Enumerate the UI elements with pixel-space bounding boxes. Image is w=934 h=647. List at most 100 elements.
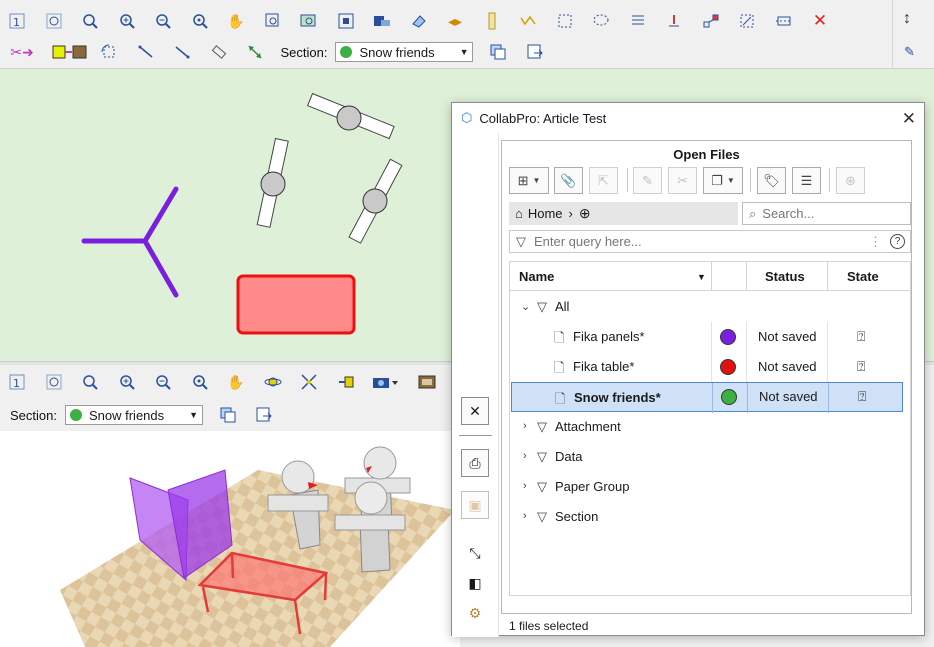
rotate-copy-icon[interactable] [98, 41, 120, 63]
edit-icon[interactable]: ✎ [633, 167, 662, 194]
close-panel-button[interactable]: ✕ [461, 397, 489, 425]
3d-zoom-extents-icon[interactable] [79, 371, 101, 393]
breadcrumb-home[interactable]: Home [528, 206, 563, 221]
snow-friend-top[interactable] [306, 92, 395, 140]
3d-export-section-icon[interactable] [253, 404, 275, 426]
cursor-icon[interactable] [663, 10, 685, 32]
dimension-icon[interactable] [244, 41, 266, 63]
collabpro-title-bar[interactable]: ⬡ CollabPro: Article Test [452, 103, 924, 133]
chevron-right-icon[interactable]: › [523, 450, 527, 462]
zoom-window-icon[interactable] [43, 10, 65, 32]
3d-camera-icon[interactable] [371, 371, 401, 393]
column-name[interactable]: Name [519, 269, 554, 284]
section-select[interactable]: Snow friends ▼ [335, 42, 474, 62]
zoom-out-icon[interactable] [152, 10, 174, 32]
more-vertical-icon[interactable]: ⋮ [869, 234, 882, 250]
tag-icon[interactable]: 🏷 [757, 167, 786, 194]
vertical-resize-icon[interactable]: ↕ [903, 10, 911, 28]
file-row[interactable]: 🗋 Fika panels* Not saved ⍰ [510, 322, 910, 352]
zoom-in-icon[interactable] [116, 10, 138, 32]
snow-friend-right[interactable] [348, 158, 403, 244]
edit-note-icon[interactable]: ✎ [904, 44, 915, 60]
zoom-extents-icon[interactable] [79, 10, 101, 32]
3d-fit-one-icon[interactable]: 1 [6, 371, 28, 393]
3d-zoom-in-icon[interactable] [116, 371, 138, 393]
3d-section-select[interactable]: Snow friends ▼ [64, 405, 203, 425]
cut-paste-icon[interactable]: ✂➜ [6, 41, 38, 63]
snow-friend-left[interactable] [256, 137, 289, 228]
eraser-icon[interactable] [408, 10, 430, 32]
split-view-icon[interactable]: ◧ [461, 569, 489, 597]
print-icon[interactable]: ⎙ [461, 449, 489, 477]
group-row[interactable]: › ▽ Section [510, 502, 910, 532]
group-row[interactable]: › ▽ Paper Group [510, 472, 910, 502]
line-draw-2-icon[interactable] [171, 41, 193, 63]
zoom-all-icon[interactable] [298, 10, 320, 32]
fit-one-icon[interactable]: 1 [6, 10, 28, 32]
search-input[interactable]: ⌕ Search... [742, 202, 911, 225]
3d-zoom-fit-icon[interactable] [298, 371, 320, 393]
file-row[interactable]: 🗋 Fika table* Not saved ⍰ [510, 352, 910, 382]
group-row-all[interactable]: ⌄ ▽ All [510, 292, 910, 322]
group-row[interactable]: › ▽ Attachment [510, 412, 910, 442]
history-icon[interactable]: ⊛ [836, 167, 865, 194]
pan-hand-icon[interactable]: ✋ [225, 10, 247, 32]
chevron-right-icon[interactable]: › [523, 510, 527, 522]
3d-walk-icon[interactable] [335, 371, 357, 393]
chevron-down-icon[interactable]: ⌄ [521, 300, 530, 313]
fika-panels-2d[interactable] [81, 186, 179, 298]
measure-icon[interactable] [208, 41, 230, 63]
checkout-state-icon[interactable]: ⍰ [858, 388, 866, 405]
fika-table-2d[interactable] [236, 274, 356, 335]
checkout-state-icon[interactable]: ⍰ [857, 358, 865, 375]
3d-orbit-icon[interactable] [262, 371, 284, 393]
close-red-icon[interactable]: ✕ [809, 10, 831, 32]
sort-chevron-icon[interactable]: ▼ [697, 272, 706, 282]
3d-viewport[interactable] [0, 431, 460, 647]
3d-zoom-window-icon[interactable] [43, 371, 65, 393]
attach-icon[interactable]: 📎 [554, 167, 583, 194]
layer-icon[interactable] [371, 10, 393, 32]
help-icon[interactable]: ? [890, 234, 905, 249]
checkout-state-icon[interactable]: ⍰ [857, 328, 865, 345]
add-circle-icon[interactable]: ⊕ [579, 205, 591, 222]
copy-button[interactable]: ❐ ▼ [703, 167, 743, 194]
3d-film-icon[interactable] [416, 371, 438, 393]
lasso-icon[interactable] [590, 10, 612, 32]
arrows-icon[interactable]: ◂▸ [444, 10, 466, 32]
ruler-icon[interactable] [481, 10, 503, 32]
copy-section-icon[interactable] [487, 41, 509, 63]
new-file-button[interactable]: ⊞ ▼ [509, 167, 549, 194]
zoom-previous-icon[interactable] [189, 10, 211, 32]
list-icon[interactable] [627, 10, 649, 32]
properties-icon[interactable]: ☰ [792, 167, 821, 194]
query-input[interactable]: ▽ Enter query here... ⋮ ? [509, 230, 911, 253]
package-icon[interactable]: ▣ [461, 491, 489, 519]
chevron-right-icon[interactable]: › [523, 420, 527, 432]
move-icon[interactable] [736, 10, 758, 32]
3d-copy-section-icon[interactable] [217, 404, 239, 426]
zoom-select-icon[interactable] [262, 10, 284, 32]
open-external-icon[interactable]: ⇱ [589, 167, 618, 194]
view-icon[interactable] [335, 10, 357, 32]
connect-icon[interactable] [700, 10, 722, 32]
column-state[interactable]: State [847, 269, 879, 284]
polyline-icon[interactable] [517, 10, 539, 32]
copy-image-icon[interactable] [52, 41, 88, 63]
chevron-right-icon[interactable]: › [523, 480, 527, 492]
3d-pan-hand-icon[interactable]: ✋ [225, 371, 247, 393]
close-icon[interactable]: ✕ [902, 109, 916, 129]
file-row-selected[interactable]: 🗋 Snow friends* Not saved ⍰ [511, 382, 903, 413]
3d-zoom-previous-icon[interactable] [189, 371, 211, 393]
trim-icon[interactable] [773, 10, 795, 32]
line-draw-icon[interactable] [135, 41, 157, 63]
plugin-icon[interactable]: ⚙ [461, 599, 489, 627]
rectangle-select-icon[interactable] [554, 10, 576, 32]
column-status[interactable]: Status [765, 269, 805, 284]
export-section-icon[interactable] [524, 41, 546, 63]
3d-zoom-out-icon[interactable] [152, 371, 174, 393]
group-row[interactable]: › ▽ Data [510, 442, 910, 472]
resize-icon[interactable]: ⤡ [461, 539, 489, 567]
home-icon[interactable]: ⌂ [515, 206, 523, 221]
unlink-icon[interactable]: ✂ [668, 167, 697, 194]
